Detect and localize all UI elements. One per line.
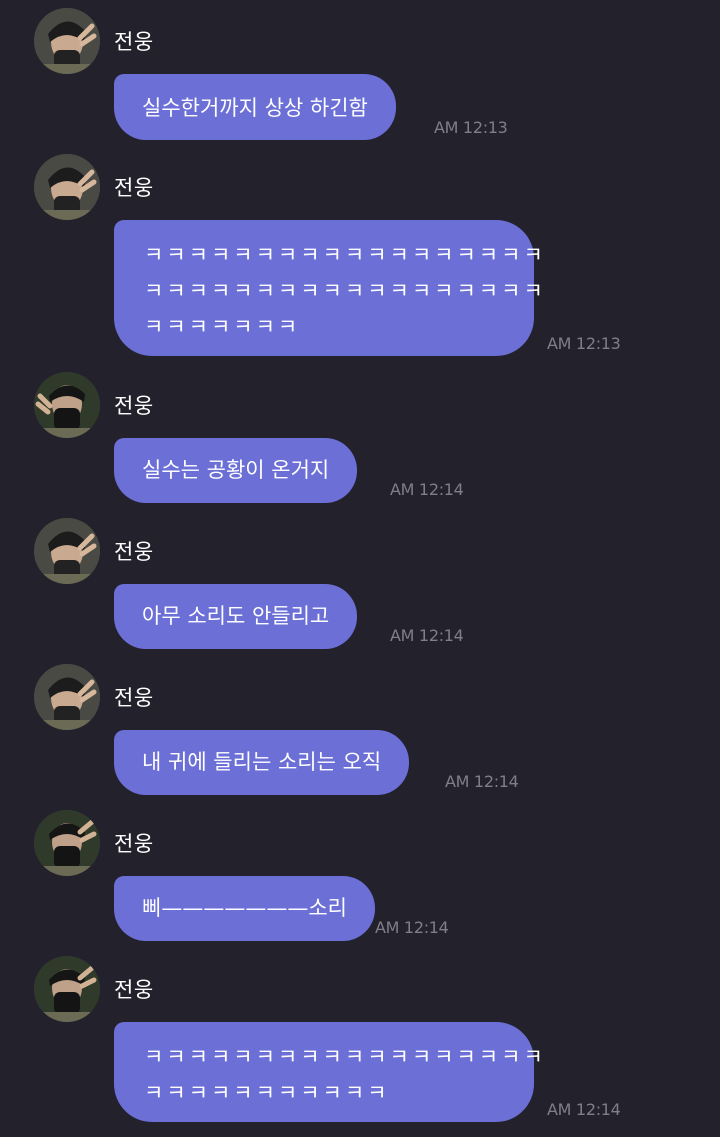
message-line: ㅋㅋㅋㅋㅋㅋㅋㅋㅋㅋㅋㅋㅋㅋㅋㅋㅋㅋ (144, 1045, 546, 1069)
sender-name: 전웅 (114, 832, 154, 856)
message-line: ㅋㅋㅋㅋㅋㅋㅋ (144, 315, 301, 339)
sender-avatar[interactable] (34, 956, 100, 1022)
message-timestamp: AM 12:14 (445, 772, 519, 791)
sender-name: 전웅 (114, 686, 154, 710)
sender-avatar[interactable] (34, 518, 100, 584)
sender-name: 전웅 (114, 978, 154, 1002)
message-line: ㅋㅋㅋㅋㅋㅋㅋㅋㅋㅋㅋ (144, 1081, 390, 1105)
message-bubble[interactable]: 내 귀에 들리는 소리는 오직 (114, 730, 410, 795)
sender-name: 전웅 (114, 540, 154, 564)
message-bubble[interactable]: ㅋㅋㅋㅋㅋㅋㅋㅋㅋㅋㅋㅋㅋㅋㅋㅋㅋㅋ ㅋㅋㅋㅋㅋㅋㅋㅋㅋㅋㅋ (114, 1022, 546, 1122)
sender-avatar[interactable] (34, 810, 100, 876)
chat-view[interactable]: 전웅 실수한거까지 상상 하긴함 AM 12:13 전웅 ㅋㅋㅋㅋㅋㅋㅋㅋㅋㅋㅋ… (0, 0, 720, 1137)
message-line: ㅋㅋㅋㅋㅋㅋㅋㅋㅋㅋㅋㅋㅋㅋㅋㅋㅋㅋ (144, 243, 546, 267)
message-bubble[interactable]: 삐———————소리 (114, 876, 375, 941)
message-timestamp: AM 12:14 (547, 1100, 621, 1119)
sender-avatar[interactable] (34, 8, 100, 74)
message-bubble[interactable]: 실수는 공황이 온거지 (114, 438, 358, 503)
message-bubble[interactable]: 아무 소리도 안들리고 (114, 584, 358, 649)
sender-name: 전웅 (114, 30, 154, 54)
message-timestamp: AM 12:13 (547, 334, 621, 353)
message-timestamp: AM 12:14 (390, 480, 464, 499)
message-timestamp: AM 12:14 (375, 918, 449, 937)
sender-name: 전웅 (114, 176, 154, 200)
message-bubble[interactable]: ㅋㅋㅋㅋㅋㅋㅋㅋㅋㅋㅋㅋㅋㅋㅋㅋㅋㅋ ㅋㅋㅋㅋㅋㅋㅋㅋㅋㅋㅋㅋㅋㅋㅋㅋㅋㅋ ㅋㅋ… (114, 220, 546, 356)
message-bubble[interactable]: 실수한거까지 상상 하긴함 (114, 74, 396, 140)
sender-avatar[interactable] (34, 664, 100, 730)
sender-name: 전웅 (114, 394, 154, 418)
message-timestamp: AM 12:14 (390, 626, 464, 645)
sender-avatar[interactable] (34, 154, 100, 220)
message-timestamp: AM 12:13 (434, 118, 508, 137)
message-line: ㅋㅋㅋㅋㅋㅋㅋㅋㅋㅋㅋㅋㅋㅋㅋㅋㅋㅋ (144, 279, 546, 303)
sender-avatar[interactable] (34, 372, 100, 438)
